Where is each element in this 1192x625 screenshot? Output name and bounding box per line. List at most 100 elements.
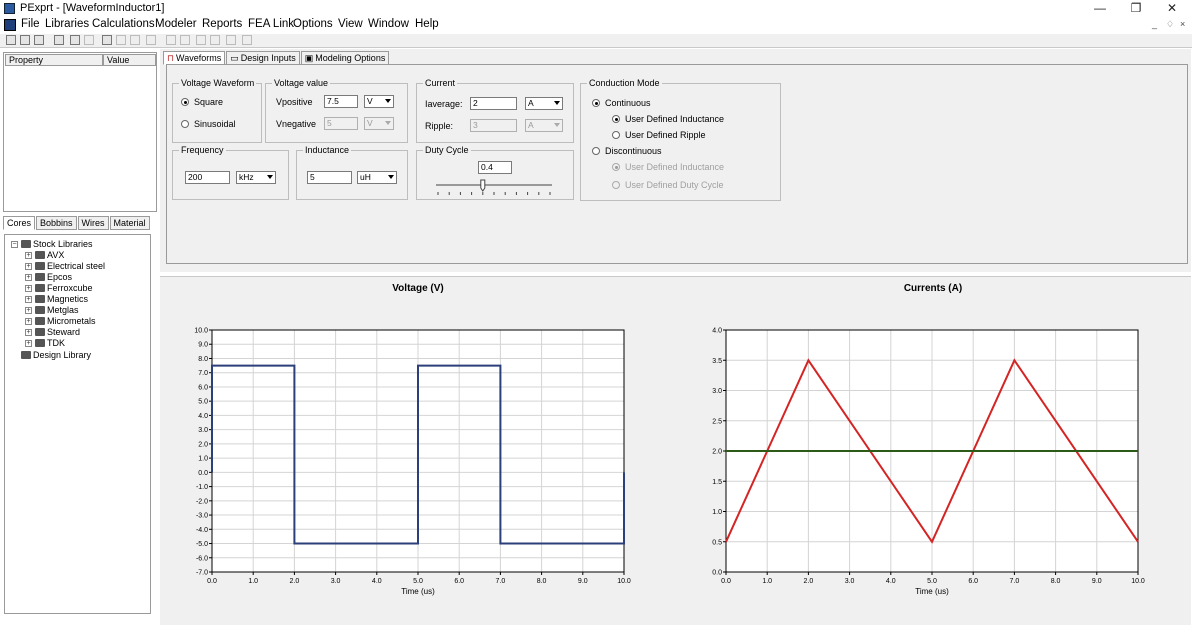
tab-design-inputs[interactable]: ▭ Design Inputs xyxy=(226,51,300,65)
close-icon[interactable]: ✕ xyxy=(1162,1,1182,15)
menu-fea-link[interactable]: FEA Link xyxy=(248,18,294,30)
save-icon[interactable] xyxy=(34,35,44,45)
tab-bobbins[interactable]: Bobbins xyxy=(36,216,77,230)
duty-cycle-slider[interactable] xyxy=(432,178,556,198)
minimize-icon[interactable]: — xyxy=(1090,1,1110,15)
open-folder-icon[interactable] xyxy=(20,35,30,45)
restore-icon[interactable]: ❐ xyxy=(1126,1,1146,15)
tool-icon[interactable] xyxy=(226,35,236,45)
chevron-down-icon xyxy=(554,101,560,105)
menu-calculations[interactable]: Calculations xyxy=(92,18,155,30)
expand-icon[interactable]: + xyxy=(25,317,32,325)
iaverage-unit-select[interactable]: A xyxy=(525,97,563,110)
tree-item-label: Steward xyxy=(47,327,81,337)
collapse-icon[interactable]: − xyxy=(11,240,18,248)
discontinuous-radio[interactable] xyxy=(592,147,600,155)
tree-item-micrometals[interactable]: + Micrometals xyxy=(25,316,96,326)
tree-item-avx[interactable]: + AVX xyxy=(25,250,64,260)
tab-cores[interactable]: Cores xyxy=(3,216,36,230)
design-inputs-icon: ▭ xyxy=(230,53,239,63)
tab-wires[interactable]: Wires xyxy=(77,216,109,230)
menu-options[interactable]: Options xyxy=(293,18,333,30)
x-tick-label: 4.0 xyxy=(886,578,896,585)
expand-icon[interactable]: + xyxy=(25,284,32,292)
tree-root[interactable]: − Stock Libraries xyxy=(11,239,93,249)
help-icon[interactable] xyxy=(54,35,64,45)
user-defined-ripple-radio[interactable] xyxy=(612,131,620,139)
column-property[interactable]: Property xyxy=(5,54,103,66)
disc-user-defined-duty-radio[interactable] xyxy=(612,181,620,189)
square-radio[interactable] xyxy=(181,98,189,106)
menu-modeler[interactable]: Modeler xyxy=(155,18,197,30)
winding-icon[interactable] xyxy=(166,35,176,45)
library-icon[interactable] xyxy=(102,35,112,45)
menu-file[interactable]: File xyxy=(21,18,40,30)
core-icon[interactable] xyxy=(130,35,140,45)
disc-user-defined-inductance-radio[interactable] xyxy=(612,163,620,171)
ripple-input[interactable]: 3 xyxy=(470,119,517,132)
cross-icon[interactable] xyxy=(180,35,190,45)
expand-icon[interactable]: + xyxy=(25,262,32,270)
tree-item-metglas[interactable]: + Metglas xyxy=(25,305,79,315)
continuous-radio[interactable] xyxy=(592,99,600,107)
expand-icon[interactable]: + xyxy=(25,339,32,347)
modeling-icon: ▣ xyxy=(304,53,314,63)
report-icon[interactable] xyxy=(242,35,252,45)
mdi-close-icon[interactable]: × xyxy=(1180,19,1185,29)
vpositive-input[interactable]: 7.5 xyxy=(324,95,358,108)
column-value[interactable]: Value xyxy=(103,54,156,66)
slider-thumb[interactable] xyxy=(480,179,486,192)
property-grid[interactable] xyxy=(3,52,157,212)
y-tick-label: -1.0 xyxy=(196,484,208,491)
vendor-icon xyxy=(35,306,45,314)
y-tick-label: 2.0 xyxy=(198,441,208,448)
tree-item-tdk[interactable]: + TDK xyxy=(25,338,65,348)
iaverage-input[interactable]: 2 xyxy=(470,97,517,110)
menu-view[interactable]: View xyxy=(338,18,363,30)
library-tree[interactable]: − Stock Libraries + AVX + Electrical ste… xyxy=(4,234,151,614)
user-defined-inductance-radio[interactable] xyxy=(612,115,620,123)
ripple-unit-select[interactable]: A xyxy=(525,119,563,132)
copy-icon[interactable] xyxy=(84,35,94,45)
menu-help[interactable]: Help xyxy=(415,18,439,30)
frequency-unit-select[interactable]: kHz xyxy=(236,171,276,184)
vnegative-input[interactable]: 5 xyxy=(324,117,358,130)
document-icon[interactable] xyxy=(4,19,16,31)
grid-icon[interactable] xyxy=(146,35,156,45)
expand-icon[interactable]: + xyxy=(25,251,32,259)
menu-window[interactable]: Window xyxy=(368,18,409,30)
tree-design-library[interactable]: Design Library xyxy=(21,350,91,360)
sinusoidal-radio[interactable] xyxy=(181,120,189,128)
tab-waveforms[interactable]: ⊓ Waveforms xyxy=(163,51,226,65)
tab-material[interactable]: Material xyxy=(109,216,150,230)
expand-icon[interactable]: + xyxy=(25,328,32,336)
tab-modeling-options[interactable]: ▣ Modeling Options xyxy=(300,51,390,65)
vnegative-unit-select[interactable]: V xyxy=(364,117,394,130)
tree-item-steward[interactable]: + Steward xyxy=(25,327,80,337)
tree-item-magnetics[interactable]: + Magnetics xyxy=(25,294,88,304)
expand-icon[interactable]: + xyxy=(25,306,32,314)
expand-icon[interactable]: + xyxy=(25,295,32,303)
tree-item-electrical-steel[interactable]: + Electrical steel xyxy=(25,261,105,271)
menu-libraries[interactable]: Libraries xyxy=(45,18,89,30)
inductance-unit-select[interactable]: uH xyxy=(357,171,397,184)
vendor-icon xyxy=(35,339,45,347)
mdi-restore-icon[interactable]: ♢ xyxy=(1166,19,1174,30)
new-file-icon[interactable] xyxy=(6,35,16,45)
menu-reports[interactable]: Reports xyxy=(202,18,242,30)
mdi-minimize-icon[interactable]: _ xyxy=(1152,19,1157,29)
tree-item-epcos[interactable]: + Epcos xyxy=(25,272,72,282)
x-tick-label: 2.0 xyxy=(290,578,300,585)
calculate-icon[interactable] xyxy=(70,35,80,45)
bobbin-icon[interactable] xyxy=(116,35,126,45)
expand-icon[interactable]: + xyxy=(25,273,32,281)
field-icon[interactable] xyxy=(210,35,220,45)
vendor-icon xyxy=(35,295,45,303)
vpositive-unit-select[interactable]: V xyxy=(364,95,394,108)
duty-cycle-input[interactable]: 0.4 xyxy=(478,161,512,174)
tree-item-ferroxcube[interactable]: + Ferroxcube xyxy=(25,283,93,293)
inductance-input[interactable]: 5 xyxy=(307,171,352,184)
wave-icon[interactable] xyxy=(196,35,206,45)
waveform-charts: 0.0 1.0 2.0 3.0 4.0 5.0 6.0 7.0 8.0 9.0 10.0 -7.0 -6… xyxy=(194,328,1145,597)
frequency-input[interactable]: 200 xyxy=(185,171,230,184)
